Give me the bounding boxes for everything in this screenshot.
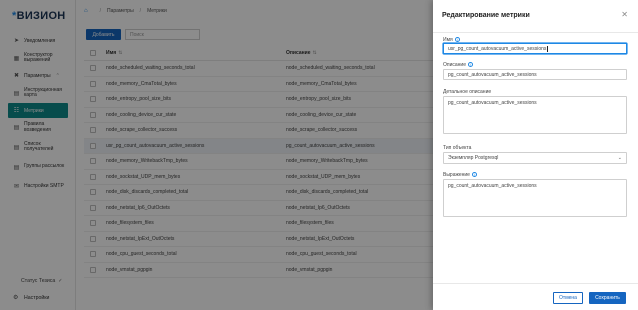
save-button[interactable]: Сохранить (589, 292, 626, 304)
object-type-label: Тип объекта (443, 145, 472, 151)
drawer-title: Редактирование метрики (442, 12, 530, 19)
name-field[interactable]: usr_pg_count_autovacuum_active_sessions (443, 43, 627, 54)
info-icon: i (471, 172, 477, 178)
info-icon: i (468, 62, 474, 68)
detail-description-field[interactable]: pg_count_autovacuum_active_sessions (443, 96, 627, 134)
detail-description-label: Детальное описание (443, 89, 492, 95)
expression-field[interactable]: pg_count_autovacuum_active_sessions (443, 179, 627, 217)
chevron-down-icon: ⌄ (617, 155, 622, 161)
description-field[interactable]: pg_count_autovacuum_active_sessions (443, 69, 627, 80)
object-type-select[interactable]: Экземпляр Postgresql ⌄ (443, 152, 627, 164)
drawer-header: Редактирование метрики ✕ (433, 0, 638, 33)
expression-label: Выражение i (443, 172, 477, 178)
description-label: Описание i (443, 62, 474, 68)
object-type-value: Экземпляр Postgresql (448, 155, 499, 161)
drawer-footer: Отмена Сохранить (433, 283, 638, 310)
info-icon: i (454, 37, 460, 43)
cancel-button[interactable]: Отмена (553, 292, 583, 304)
edit-metric-drawer: Редактирование метрики ✕ Имя i usr_pg_cou… (433, 0, 638, 310)
close-icon[interactable]: ✕ (621, 11, 628, 19)
